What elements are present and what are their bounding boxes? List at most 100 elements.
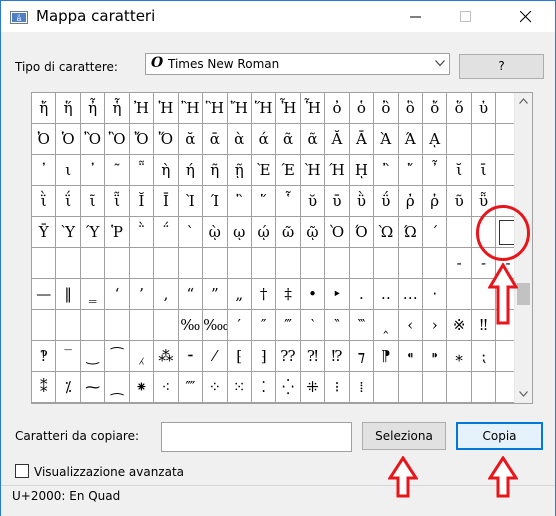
char-cell[interactable] <box>251 248 277 279</box>
copy-button[interactable]: Copia <box>456 422 543 450</box>
char-cell[interactable]: ⁎ <box>447 341 472 372</box>
char-cell[interactable]: ⁄ <box>203 341 228 372</box>
char-cell[interactable]: ῡ <box>325 186 350 217</box>
char-cell[interactable]: ά <box>251 124 277 155</box>
char-cell[interactable]: - <box>447 248 472 279</box>
char-cell[interactable]: ․ <box>349 279 375 310</box>
char-cell[interactable]: Ἠ <box>129 93 155 124</box>
char-cell[interactable]: ι <box>56 155 81 186</box>
char-cell[interactable]: ῳ <box>227 217 252 248</box>
char-cell[interactable]: ᾰ <box>178 124 204 155</box>
char-cell[interactable]: Ὰ <box>374 124 399 155</box>
char-cell[interactable]: • <box>300 279 326 310</box>
char-cell[interactable]: ὅ <box>447 93 472 124</box>
scroll-down-icon[interactable] <box>519 391 528 397</box>
char-cell[interactable]: ἤ <box>32 93 57 124</box>
char-cell[interactable]: ἦ <box>80 93 106 124</box>
char-cell[interactable]: Ὁ <box>56 124 81 155</box>
character-grid[interactable]: ἤ ἥ ἦ ἧ Ἠ Ἡ Ἢ Ἣ Ἤ Ἥ Ἦ Ἧὀ ὁ ὂ ὃ ὄ ὅ ὐ Ὀ Ὁ Ὂ Ὃ Ὄ Ὅᾰ ᾱ ὰ ά ᾶ ᾶ Ᾰ Ᾱ Ὰ Ά ᾼ ᾽ ι ᾿ ῀… <box>31 92 533 404</box>
char-cell[interactable] <box>203 248 228 279</box>
char-cell[interactable]: Ὅ <box>154 124 179 155</box>
char-cell[interactable] <box>349 248 375 279</box>
char-cell[interactable]: Ή <box>325 155 350 186</box>
char-cell[interactable]: ⁌ <box>398 341 423 372</box>
select-button[interactable]: Seleziona <box>362 422 446 450</box>
char-cell[interactable]: Ύ <box>80 217 106 248</box>
char-cell[interactable]: ῴ <box>251 217 277 248</box>
char-cell[interactable]: — <box>32 279 57 310</box>
char-cell[interactable]: ⁏ <box>471 341 497 372</box>
char-cell[interactable]: ⁇ <box>276 341 301 372</box>
char-cell[interactable] <box>374 248 399 279</box>
char-cell[interactable]: ‽ <box>32 341 57 372</box>
char-cell[interactable]: ᾱ <box>203 124 228 155</box>
char-cell[interactable]: Ῡ <box>32 217 57 248</box>
scrollbar-thumb[interactable] <box>517 283 530 305</box>
advanced-view-checkbox[interactable] <box>15 464 29 478</box>
char-cell[interactable]: ※ <box>447 310 472 341</box>
char-cell[interactable] <box>80 248 106 279</box>
char-cell[interactable]: ″ <box>251 310 277 341</box>
char-cell[interactable]: ὐ <box>471 93 497 124</box>
char-cell[interactable] <box>447 124 472 155</box>
char-cell[interactable]: ⁓ <box>80 372 106 403</box>
char-cell[interactable]: ‚ <box>154 279 179 310</box>
char-cell[interactable]: Ὀ <box>32 124 57 155</box>
char-cell[interactable]: ⁑ <box>32 372 57 403</box>
char-cell[interactable] <box>447 217 472 248</box>
char-cell[interactable]: ⁞ <box>349 372 375 403</box>
char-cell[interactable]: Έ <box>276 155 301 186</box>
char-cell[interactable]: ῖ <box>80 186 106 217</box>
char-cell[interactable]: Ῥ <box>105 217 130 248</box>
char-cell[interactable]: ΰ <box>374 186 399 217</box>
char-cell[interactable]: Ὼ <box>374 217 399 248</box>
char-cell[interactable]: ⁁ <box>129 341 155 372</box>
char-cell[interactable]: ῇ <box>227 155 252 186</box>
char-cell[interactable] <box>447 372 472 403</box>
char-cell[interactable]: † <box>251 279 277 310</box>
char-cell[interactable]: ⁊ <box>349 341 375 372</box>
char-cell[interactable] <box>398 248 423 279</box>
char-cell[interactable] <box>154 310 179 341</box>
char-cell[interactable] <box>178 248 204 279</box>
char-cell[interactable] <box>80 310 106 341</box>
char-cell[interactable]: Ἥ <box>251 93 277 124</box>
char-cell[interactable]: ῲ <box>203 217 228 248</box>
char-cell[interactable]: Ῐ <box>129 186 155 217</box>
char-cell[interactable] <box>276 248 301 279</box>
char-cell[interactable]: Ῑ <box>154 186 179 217</box>
char-cell[interactable]: ῭ <box>129 217 155 248</box>
char-cell[interactable]: Ὃ <box>105 124 130 155</box>
char-cell[interactable]: ὴ <box>154 155 179 186</box>
char-cell[interactable]: ῗ <box>105 186 130 217</box>
char-cell[interactable]: ῞ <box>251 186 277 217</box>
char-cell[interactable]: ᾶ <box>300 124 326 155</box>
char-cell[interactable] <box>398 372 423 403</box>
char-cell[interactable]: “ <box>178 279 204 310</box>
char-cell[interactable]: ‰ <box>178 310 204 341</box>
char-cell[interactable]: ⁅ <box>227 341 252 372</box>
char-cell[interactable]: ‸ <box>374 310 399 341</box>
char-cell[interactable]: ‴ <box>276 310 301 341</box>
char-cell[interactable]: ᾽ <box>32 155 57 186</box>
char-cell[interactable]: ‣ <box>325 279 350 310</box>
char-cell[interactable]: ἥ <box>56 93 81 124</box>
char-cell[interactable] <box>471 124 497 155</box>
char-cell[interactable] <box>129 248 155 279</box>
char-cell[interactable]: ὄ <box>423 93 448 124</box>
char-cell[interactable]: ⁈ <box>300 341 326 372</box>
char-cell[interactable]: Ὲ <box>251 155 277 186</box>
char-cell[interactable]: ῶ <box>276 217 301 248</box>
char-cell[interactable]: ‵ <box>300 310 326 341</box>
char-cell[interactable]: Ώ <box>398 217 423 248</box>
char-cell[interactable]: ⁚ <box>251 372 277 403</box>
char-cell[interactable]: ῑ <box>471 155 497 186</box>
char-cell[interactable]: ῁ <box>129 155 155 186</box>
char-cell[interactable]: ⁔ <box>105 372 130 403</box>
char-cell[interactable]: Ἤ <box>227 93 252 124</box>
char-cell[interactable]: ⁘ <box>203 372 228 403</box>
char-cell[interactable]: „ <box>227 279 252 310</box>
char-cell[interactable]: ᾶ <box>276 124 301 155</box>
scroll-up-icon[interactable] <box>519 98 528 104</box>
char-cell[interactable]: ‘ <box>105 279 130 310</box>
